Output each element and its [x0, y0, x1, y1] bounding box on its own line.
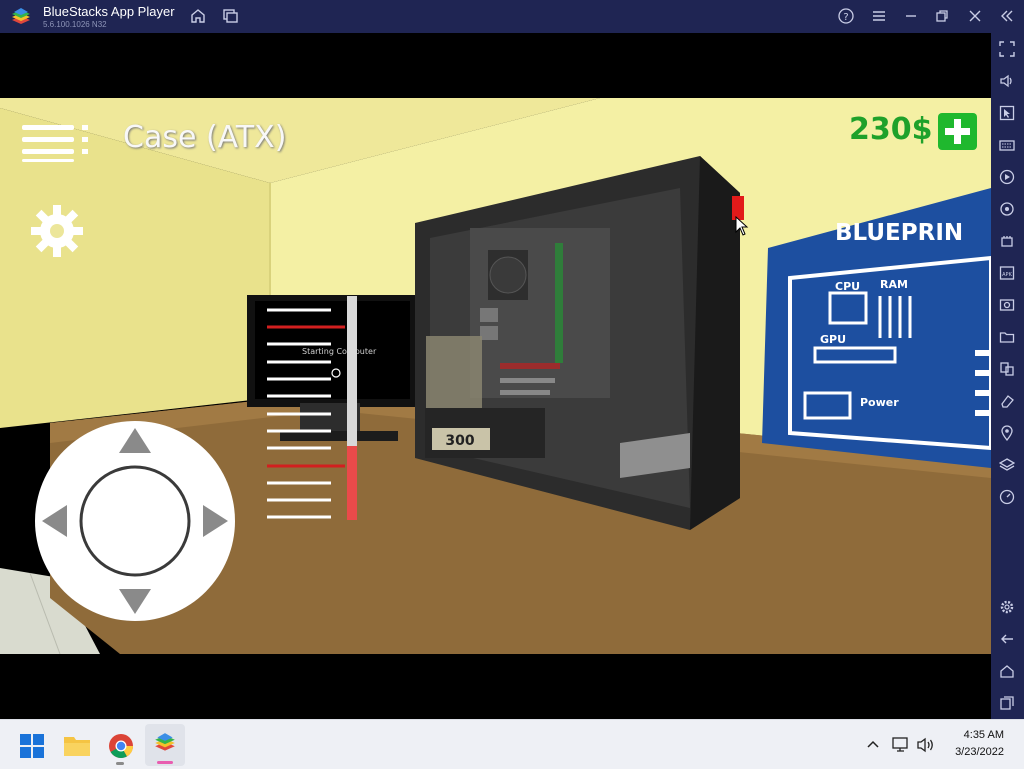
title-bar: BlueStacks App Player 5.6.100.1026 N32 ?	[0, 0, 1024, 33]
app-version: 5.6.100.1026 N32	[43, 20, 107, 29]
item-name: Case (ATX)	[123, 120, 287, 155]
home-icon[interactable]	[189, 7, 207, 25]
bluestacks-taskbar-button[interactable]	[145, 724, 185, 766]
placement-meter-fill	[347, 446, 357, 520]
chrome-icon[interactable]	[108, 733, 134, 759]
keyboard-icon[interactable]	[999, 137, 1015, 153]
sync-icon[interactable]	[999, 201, 1015, 217]
folder-icon[interactable]	[999, 329, 1015, 345]
volume-icon[interactable]	[999, 73, 1015, 89]
svg-text:?: ?	[843, 12, 848, 23]
install-apk-icon[interactable]: APK	[999, 265, 1015, 281]
mouse-cursor-icon	[735, 216, 749, 236]
bluestacks-taskbar-icon	[155, 733, 175, 751]
money-display: 230$	[849, 112, 933, 147]
help-icon[interactable]: ?	[837, 7, 855, 25]
bluestacks-active-indicator	[157, 761, 173, 764]
blueprint-ram-label: RAM	[880, 278, 908, 291]
recent-apps-icon[interactable]	[999, 695, 1015, 711]
bluestacks-logo-icon	[12, 8, 30, 24]
settings-icon[interactable]	[999, 599, 1015, 615]
collapse-sidebar-icon[interactable]	[998, 7, 1016, 25]
network-icon[interactable]	[892, 736, 910, 754]
speaker-icon[interactable]	[916, 736, 936, 754]
blueprint-title: BLUEPRIN	[835, 220, 963, 246]
menu-icon[interactable]	[870, 7, 888, 25]
clock-date[interactable]: 3/23/2022	[944, 746, 1004, 758]
android-home-icon[interactable]	[999, 663, 1015, 679]
placement-meter	[267, 296, 357, 520]
back-icon[interactable]	[999, 631, 1015, 647]
windows-start-icon[interactable]	[20, 734, 44, 758]
window-title: BlueStacks App Player	[43, 4, 175, 19]
file-explorer-icon[interactable]	[64, 734, 90, 756]
performance-icon[interactable]	[999, 233, 1015, 249]
settings-gear-icon[interactable]	[29, 203, 85, 259]
blueprint-gpu-label: GPU	[820, 333, 846, 346]
movement-joystick[interactable]	[34, 420, 236, 622]
game-viewport[interactable]: 300 BLUEPRIN CPU RAM GPU Power Starting …	[0, 98, 991, 654]
crosshair-icon	[331, 368, 341, 378]
restore-icon[interactable]	[933, 7, 951, 25]
windows-taskbar: 4:35 AM 3/23/2022	[0, 719, 1024, 769]
psu-label: 300	[445, 433, 474, 449]
menu-list-icon[interactable]	[22, 123, 92, 163]
multi-instance-icon[interactable]	[221, 7, 239, 25]
minimize-icon[interactable]	[902, 7, 920, 25]
layers-icon[interactable]	[999, 457, 1015, 473]
blueprint-power-label: Power	[860, 396, 899, 409]
pointer-lock-icon[interactable]	[999, 105, 1015, 121]
chrome-running-indicator	[116, 762, 124, 765]
add-money-button[interactable]	[938, 113, 977, 150]
joystick-knob[interactable]	[79, 465, 191, 577]
close-icon[interactable]	[966, 7, 984, 25]
clock-time[interactable]: 4:35 AM	[944, 729, 1004, 741]
macro-play-icon[interactable]	[999, 169, 1015, 185]
multi-window-icon[interactable]	[999, 361, 1015, 377]
eraser-icon[interactable]	[999, 393, 1015, 409]
screenshot-icon[interactable]	[999, 297, 1015, 313]
fullscreen-icon[interactable]	[999, 41, 1015, 57]
blueprint-cpu-label: CPU	[835, 280, 860, 293]
bluestacks-sidebar: APK	[991, 33, 1024, 719]
eco-mode-icon[interactable]	[999, 489, 1015, 505]
svg-text:APK: APK	[1002, 272, 1012, 278]
show-hidden-icons-icon[interactable]	[866, 738, 880, 752]
location-icon[interactable]	[999, 425, 1015, 441]
